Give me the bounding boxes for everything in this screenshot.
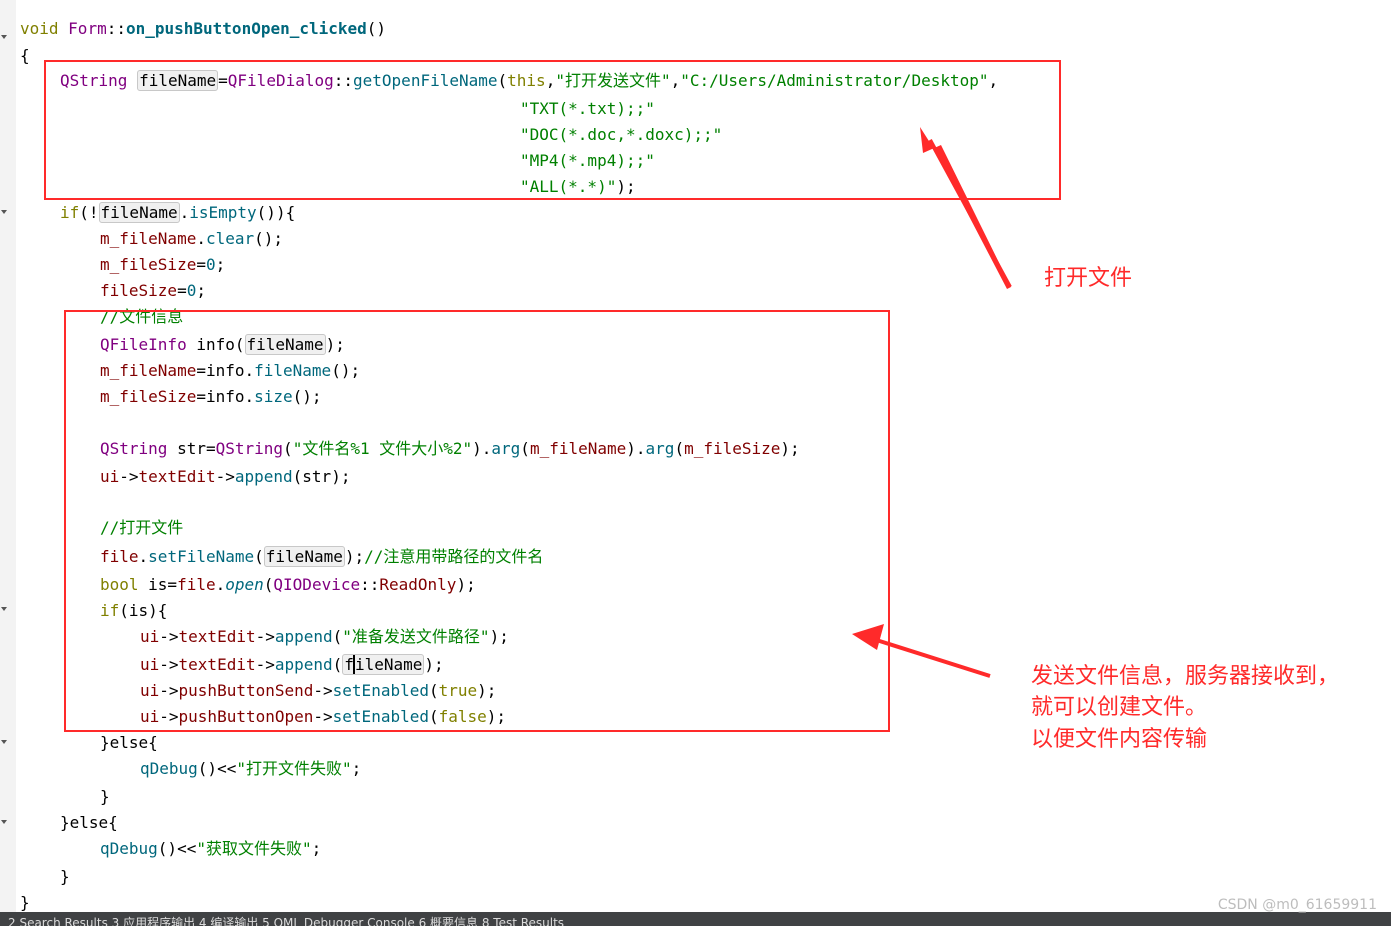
arrow-open-file-shaft xyxy=(928,139,1012,288)
annotation-send-info-line1: 发送文件信息，服务器接收到， xyxy=(1031,664,1340,689)
arrow-send-info-shaft xyxy=(869,636,991,678)
annotation-arrows xyxy=(852,127,1012,678)
annotation-send-info-line3: 以便文件内容传输 xyxy=(1031,727,1208,752)
arrow-send-info-head xyxy=(852,624,884,650)
csdn-watermark: CSDN @m0_61659911 xyxy=(1217,897,1377,913)
annotation-send-info-line2: 就可以创建文件。 xyxy=(1031,695,1208,720)
output-pane-tab-labels[interactable]: 2 Search Results 3 应用程序输出 4 编译输出 5 QML D… xyxy=(0,916,564,926)
output-pane-tabs[interactable]: 2 Search Results 3 应用程序输出 4 编译输出 5 QML D… xyxy=(0,912,1391,926)
annotation-open-file: 打开文件 xyxy=(1044,266,1133,291)
